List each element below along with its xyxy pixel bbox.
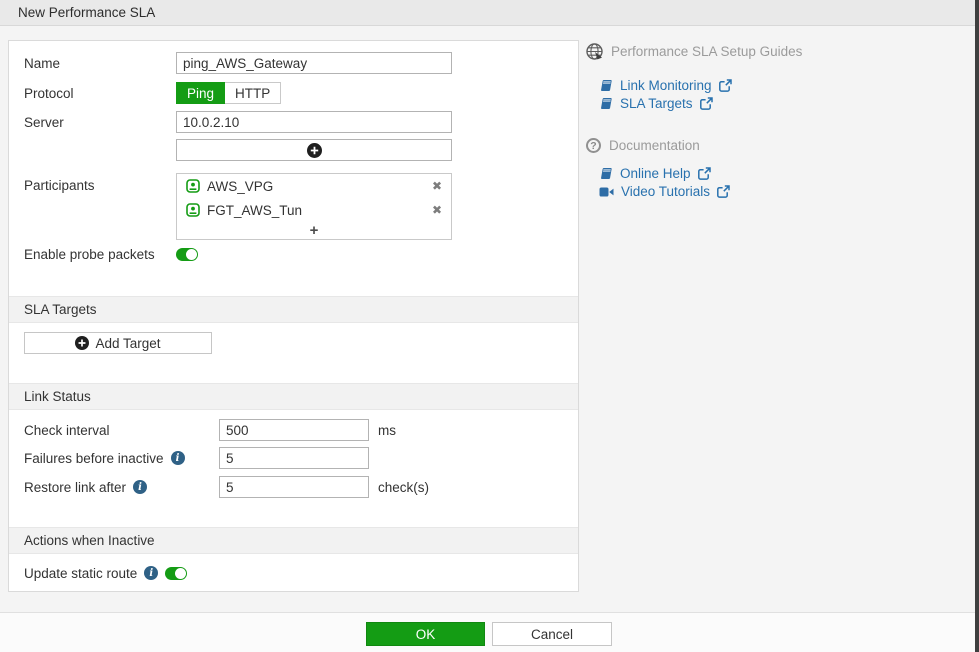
footer-bar: OK Cancel [0, 612, 979, 652]
add-participant-button[interactable]: + [177, 222, 451, 238]
check-interval-unit: ms [378, 422, 396, 438]
link-label: Online Help [620, 166, 691, 181]
protocol-option-ping[interactable]: Ping [176, 82, 226, 104]
sla-targets-link[interactable]: SLA Targets [599, 96, 713, 111]
remove-participant-icon[interactable]: ✖ [432, 180, 442, 192]
enable-probe-label: Enable probe packets [24, 246, 155, 262]
update-static-route-label: Update static route [24, 565, 138, 581]
link-label: Video Tutorials [621, 184, 711, 199]
participant-item[interactable]: FGT_AWS_Tun ✖ [177, 198, 451, 222]
participants-label: Participants [24, 177, 95, 193]
form-panel: Name Protocol Ping HTTP Server Participa… [8, 40, 579, 592]
question-circle-icon: ? [586, 138, 601, 153]
remove-participant-icon[interactable]: ✖ [432, 204, 442, 216]
section-actions-inactive: Actions when Inactive [9, 527, 578, 554]
failures-row: Failures before inactive i [24, 447, 369, 469]
restore-unit: check(s) [378, 479, 430, 495]
participant-name: AWS_VPG [207, 178, 274, 194]
participants-row: Participants [24, 173, 176, 197]
info-icon[interactable]: i [170, 451, 185, 465]
new-performance-sla-dialog: New Performance SLA Name Protocol Ping H… [0, 0, 979, 652]
participant-item[interactable]: AWS_VPG ✖ [177, 174, 451, 198]
actions-inactive-header: Actions when Inactive [24, 533, 155, 548]
external-link-icon [697, 167, 711, 180]
server-label: Server [24, 114, 64, 130]
check-interval-row: Check interval ms [24, 419, 396, 441]
link-status-header: Link Status [24, 389, 91, 404]
participants-box: AWS_VPG ✖ FGT_AWS_Tun ✖ + [176, 173, 452, 240]
online-help-link[interactable]: Online Help [599, 166, 711, 181]
interface-icon [186, 179, 200, 193]
server-input[interactable] [176, 111, 452, 133]
external-link-icon [717, 185, 730, 198]
add-target-button[interactable]: Add Target [24, 332, 212, 354]
enable-probe-row: Enable probe packets [24, 244, 198, 264]
dialog-title: New Performance SLA [18, 5, 156, 20]
guides-header: Performance SLA Setup Guides [586, 43, 802, 60]
server-row: Server [24, 111, 452, 133]
info-icon[interactable]: i [133, 480, 148, 494]
update-static-route-row: Update static route i [24, 562, 188, 584]
restore-row: Restore link after i check(s) [24, 476, 429, 498]
failures-input[interactable] [219, 447, 369, 469]
book-icon [601, 80, 612, 91]
documentation-header: ? Documentation [586, 138, 700, 153]
interface-icon [186, 203, 200, 217]
name-input[interactable] [176, 52, 452, 74]
restore-label: Restore link after [24, 479, 127, 495]
video-camera-icon [599, 187, 614, 196]
section-link-status: Link Status [9, 383, 578, 410]
sla-targets-header: SLA Targets [24, 302, 97, 317]
book-icon [601, 98, 612, 109]
protocol-option-http[interactable]: HTTP [225, 82, 282, 104]
link-monitoring-link[interactable]: Link Monitoring [599, 78, 732, 93]
failures-label: Failures before inactive [24, 450, 164, 466]
circle-plus-icon [75, 336, 90, 350]
globe-icon [586, 43, 603, 60]
right-edge-panel-strip [975, 0, 979, 652]
name-row: Name [24, 52, 452, 74]
check-interval-input[interactable] [219, 419, 369, 441]
external-link-icon [718, 79, 732, 92]
name-label: Name [24, 55, 61, 71]
documentation-header-label: Documentation [609, 138, 700, 153]
dialog-title-bar: New Performance SLA [0, 0, 979, 26]
add-server-row[interactable] [176, 139, 452, 161]
section-sla-targets: SLA Targets [9, 296, 578, 323]
participant-name: FGT_AWS_Tun [207, 202, 303, 218]
link-label: Link Monitoring [620, 78, 712, 93]
circle-plus-icon [306, 142, 322, 158]
plus-icon: + [309, 221, 319, 239]
cancel-button[interactable]: Cancel [492, 622, 612, 646]
restore-input[interactable] [219, 476, 369, 498]
update-static-route-toggle[interactable] [165, 566, 188, 580]
check-interval-label: Check interval [24, 422, 110, 438]
video-tutorials-link[interactable]: Video Tutorials [599, 184, 730, 199]
ok-button[interactable]: OK [366, 622, 485, 646]
info-icon[interactable]: i [144, 566, 159, 580]
book-icon [601, 168, 612, 179]
guides-header-label: Performance SLA Setup Guides [611, 44, 803, 59]
link-label: SLA Targets [620, 96, 693, 111]
enable-probe-toggle[interactable] [176, 247, 198, 261]
external-link-icon [699, 97, 713, 110]
protocol-row: Protocol Ping HTTP [24, 82, 282, 104]
add-target-label: Add Target [95, 335, 161, 351]
protocol-label: Protocol [24, 85, 74, 101]
